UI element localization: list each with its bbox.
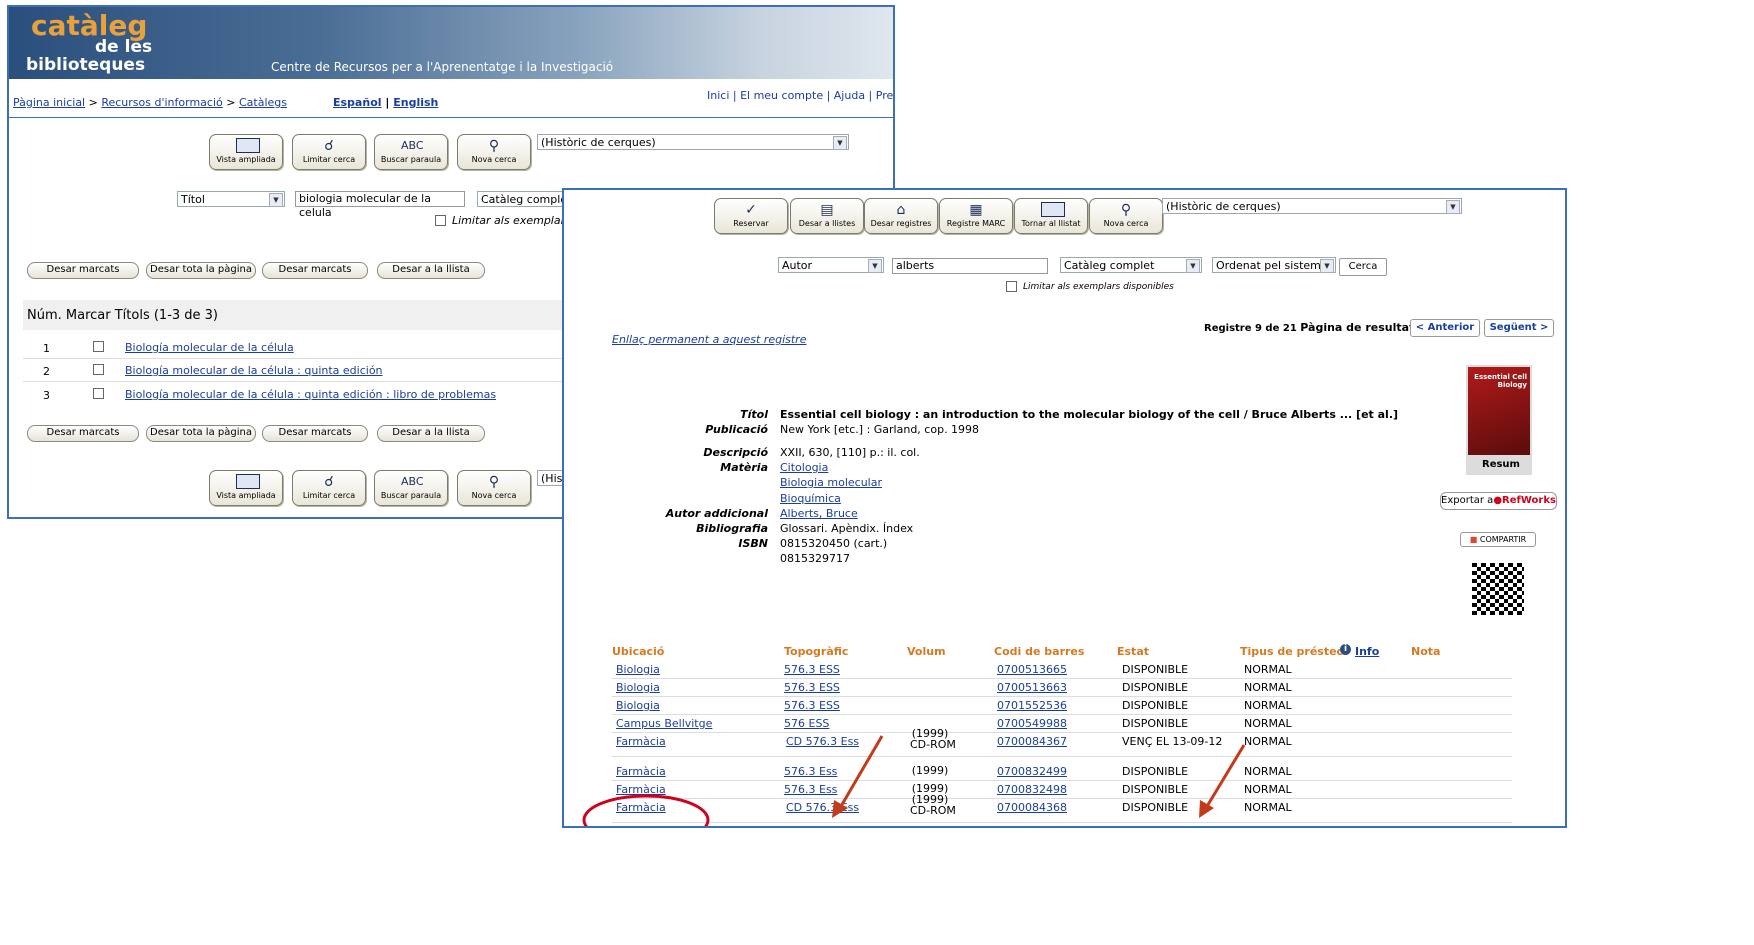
breadcrumb: Pàgina inicial > Recursos d'informació >… (13, 96, 287, 109)
header-banner: catàleg de les biblioteques Centre de Re… (9, 7, 893, 79)
save-page-button[interactable]: Desar tota la pàgina (146, 262, 256, 279)
extended-view-button[interactable]: Vista ampliada (209, 134, 283, 170)
logo-line2: de les (95, 37, 153, 57)
save-marked-button[interactable]: Desar marcats (27, 262, 139, 279)
save-to-list-button[interactable]: Desar a la llista (377, 262, 485, 279)
monitor-icon (236, 138, 260, 154)
breadcrumb-sep: > (222, 96, 239, 109)
result-title-link[interactable]: Biología molecular de la célula (125, 341, 294, 354)
search-input[interactable]: biologia molecular de la celula (295, 191, 465, 219)
select-value: Catàleg complet (481, 193, 572, 206)
result-title-link[interactable]: Biología molecular de la célula : quinta… (125, 364, 383, 377)
limit-available-label: Limitar als exemplar (452, 214, 566, 227)
breadcrumb-sep: > (85, 96, 102, 109)
nav-bar: Pàgina inicial > Recursos d'informació >… (9, 79, 893, 118)
breadcrumb-catalogs[interactable]: Catàlegs (239, 96, 287, 109)
button-label: Nova cerca (471, 155, 517, 164)
banner-text: Centre de Recursos per a l'Aprenentatge … (271, 60, 614, 74)
breadcrumb-resources[interactable]: Recursos d'informació (101, 96, 222, 109)
abc-icon: ABC (401, 475, 424, 488)
limit-search-button[interactable]: ☌ Limitar cerca (292, 470, 366, 506)
search-word-button[interactable]: ABC Buscar paraula (374, 134, 448, 170)
new-search-button[interactable]: ⚲ Nova cerca (457, 134, 531, 170)
mark-checkbox[interactable] (93, 341, 104, 352)
search-history-select[interactable]: (Històric de cerques) ▼ (537, 134, 849, 150)
arrow-head (1199, 800, 1214, 818)
results-header: Núm. Marcar Títols (1-3 de 3) (27, 308, 219, 323)
save-marked-button[interactable]: Desar marcats (262, 425, 368, 442)
record-detail-window: ✓ Reservar ▤ Desar a llistes ⌂ Desar regist… (562, 188, 1567, 828)
search-word-button[interactable]: ABC Buscar paraula (374, 470, 448, 506)
arrow-line (1204, 744, 1246, 809)
button-label: Vista ampliada (216, 155, 276, 164)
abc-icon: ABC (401, 139, 424, 152)
language-switch: Español | English (333, 96, 438, 109)
save-to-list-button[interactable]: Desar a la llista (377, 425, 485, 442)
button-label: Nova cerca (471, 491, 517, 500)
search-field-select[interactable]: Títol ▼ (177, 191, 285, 207)
lang-es-link[interactable]: Español (333, 96, 382, 109)
result-number: 2 (43, 365, 50, 378)
select-value: Títol (181, 193, 205, 206)
result-number: 3 (43, 389, 50, 402)
highlight-ellipse (582, 794, 710, 826)
button-label: Limitar cerca (302, 491, 356, 500)
magnifier-icon: ☌ (324, 474, 334, 490)
button-label: Vista ampliada (216, 491, 276, 500)
button-label: Buscar paraula (380, 491, 442, 500)
limit-search-button[interactable]: ☌ Limitar cerca (292, 134, 366, 170)
lang-en-link[interactable]: English (393, 96, 438, 109)
lang-sep: | (381, 96, 394, 109)
arrow-head (832, 800, 848, 818)
result-title-link[interactable]: Biología molecular de la célula : quinta… (125, 388, 496, 401)
select-value: (Històric de cerques) (541, 136, 656, 149)
button-label: Limitar cerca (302, 155, 356, 164)
mark-checkbox[interactable] (93, 364, 104, 375)
save-marked-button[interactable]: Desar marcats (27, 425, 139, 442)
select-value: (His (541, 472, 563, 485)
magnifier-icon: ⚲ (488, 138, 500, 154)
result-number: 1 (43, 342, 50, 355)
arrow-line (838, 735, 884, 809)
mark-checkbox[interactable] (93, 388, 104, 399)
chevron-down-icon: ▼ (269, 193, 283, 207)
save-marked-button[interactable]: Desar marcats (262, 262, 368, 279)
magnifier-icon: ⚲ (488, 474, 500, 490)
logo-line3: biblioteques (26, 55, 146, 75)
extended-view-button[interactable]: Vista ampliada (209, 470, 283, 506)
annotation-overlay (582, 735, 1246, 826)
breadcrumb-home[interactable]: Pàgina inicial (13, 96, 85, 109)
top-links[interactable]: Inici | El meu compte | Ajuda | Pre (707, 89, 893, 102)
new-search-button[interactable]: ⚲ Nova cerca (457, 470, 531, 506)
chevron-down-icon: ▼ (833, 136, 847, 150)
button-label: Buscar paraula (380, 155, 442, 164)
save-page-button[interactable]: Desar tota la pàgina (146, 425, 256, 442)
magnifier-icon: ☌ (324, 138, 334, 154)
limit-available-checkbox[interactable] (435, 215, 446, 226)
monitor-icon (236, 474, 260, 490)
